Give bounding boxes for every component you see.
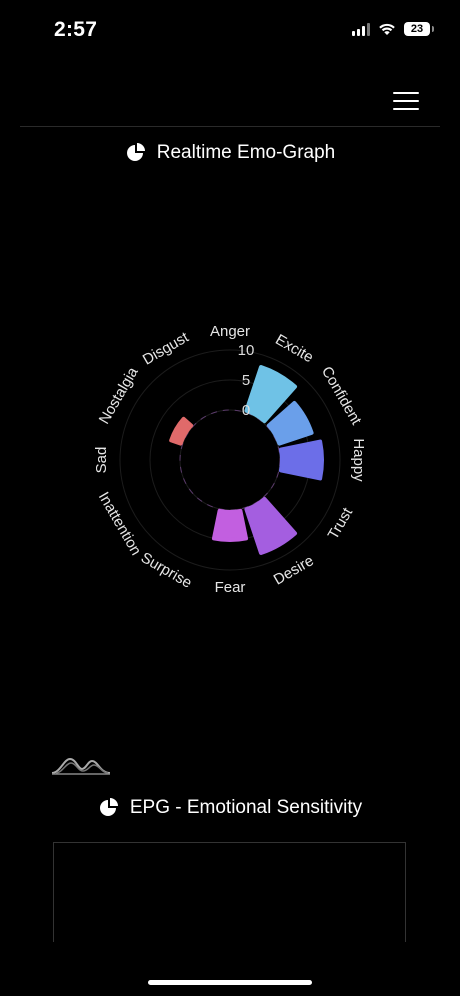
category-label-disgust: Disgust — [140, 328, 193, 368]
pie-chart-icon — [99, 798, 118, 816]
category-label-desire: Desire — [271, 552, 317, 588]
category-label-fear: Fear — [215, 579, 246, 596]
epg-panel — [53, 842, 406, 942]
cellular-signal-icon — [352, 22, 370, 36]
section-title-text: Realtime Emo-Graph — [156, 142, 336, 163]
category-label-anger: Anger — [210, 323, 250, 340]
pie-chart-icon — [126, 143, 145, 161]
category-label-inattention: Inattention — [95, 489, 145, 558]
radial-tick-label: 0 — [242, 402, 250, 419]
status-time: 2:57 — [54, 18, 98, 41]
home-indicator[interactable] — [148, 980, 312, 985]
chart-bars — [169, 365, 324, 555]
section-title-text: EPG - Emotional Sensitivity — [129, 797, 363, 818]
chart-category-labels: ExciteConfidentHappyTrustDesireFearSurpr… — [93, 323, 367, 596]
inner-dashed-ring — [179, 409, 281, 511]
epg-emotional-sensitivity-title: EPG - Emotional Sensitivity — [0, 797, 460, 819]
header-divider — [20, 126, 440, 127]
hamburger-menu-button[interactable] — [393, 92, 419, 110]
bar-fear — [211, 508, 249, 542]
waveform-icon — [51, 757, 111, 775]
status-bar: 2:57 23 — [0, 0, 460, 62]
bar-desire — [244, 496, 298, 555]
category-label-sad: Sad — [93, 447, 110, 474]
category-label-nostalgia: Nostalgia — [96, 364, 142, 427]
realtime-emo-graph-title: Realtime Emo-Graph — [0, 142, 460, 164]
radial-tick-label: 10 — [238, 342, 255, 359]
wifi-icon — [378, 22, 396, 36]
category-label-trust: Trust — [325, 504, 357, 542]
category-label-happy: Happy — [350, 438, 367, 482]
bar-happy — [278, 439, 324, 481]
status-icons: 23 — [352, 22, 434, 36]
radial-tick-label: 5 — [242, 372, 250, 389]
bar-nostalgia — [169, 416, 194, 446]
battery-icon: 23 — [404, 22, 434, 36]
category-label-confident: Confident — [318, 364, 365, 429]
emo-graph-chart: 0510 ExciteConfidentHappyTrustDesireFear… — [93, 323, 367, 596]
grid-circle — [179, 409, 281, 511]
category-label-surprise: Surprise — [138, 549, 195, 592]
